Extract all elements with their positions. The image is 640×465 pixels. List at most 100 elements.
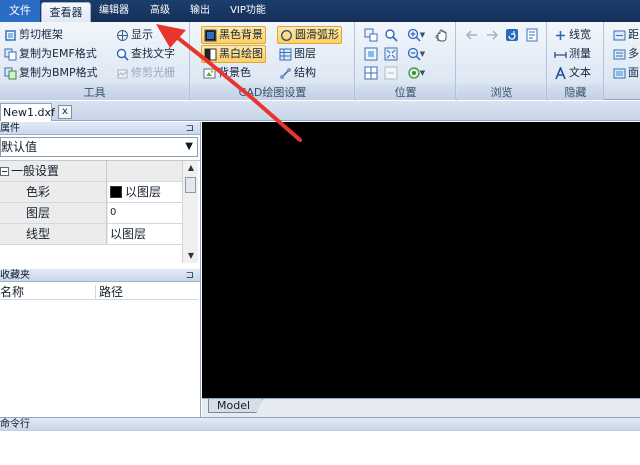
color-swatch bbox=[110, 186, 122, 198]
ribbon-group-tools: 剪切框架 复制为EMF格式 复制为BMP格式 显示 查找文字 修剪光栅 工具 bbox=[0, 22, 190, 100]
chevron-down-icon: ▼ bbox=[185, 141, 193, 152]
zoom-out-icon[interactable]: ▼ bbox=[404, 45, 428, 63]
document-tab[interactable]: New1.dxf bbox=[0, 103, 55, 121]
zoom-grid-icon[interactable] bbox=[362, 64, 380, 82]
scroll-down-icon[interactable]: ▼ bbox=[183, 249, 199, 263]
ribbon-group-extra: 距 多 面 bbox=[605, 22, 640, 100]
background-color-button[interactable]: 背景色 bbox=[201, 64, 253, 82]
property-value[interactable]: 0 bbox=[108, 203, 182, 223]
menu-tab-editor[interactable]: 编辑器 bbox=[92, 0, 136, 22]
favorites-col-path[interactable]: 路径 bbox=[99, 284, 123, 300]
black-background-button[interactable]: 黑色背景 bbox=[201, 26, 266, 44]
document-tab-bar: New1.dxf x bbox=[0, 101, 640, 121]
pin-icon[interactable]: ⊐ bbox=[186, 122, 194, 135]
menu-tab-output[interactable]: 输出 bbox=[182, 0, 218, 22]
page-view-icon[interactable] bbox=[523, 26, 541, 44]
text-a-icon bbox=[554, 66, 567, 80]
copy-bmp-icon bbox=[4, 67, 17, 80]
favorites-panel-header: 收藏夹 ⊐ bbox=[0, 269, 200, 282]
properties-dropdown[interactable]: 默认值 ▼ bbox=[0, 137, 198, 157]
menu-tab-vip[interactable]: VIP功能 bbox=[222, 0, 274, 22]
area-button[interactable]: 面 bbox=[611, 64, 640, 82]
scroll-thumb[interactable] bbox=[185, 177, 196, 193]
properties-panel-header: 属件 ⊐ bbox=[0, 122, 200, 135]
layers-label: 图层 bbox=[294, 47, 316, 60]
model-tab[interactable]: Model bbox=[208, 399, 264, 413]
refresh-icon[interactable] bbox=[503, 26, 521, 44]
zoom-window-icon[interactable] bbox=[362, 26, 380, 44]
scroll-up-icon[interactable]: ▲ bbox=[183, 161, 199, 175]
measure-icon bbox=[554, 48, 567, 61]
trim-raster-icon bbox=[116, 67, 129, 80]
zoom-extents-icon[interactable] bbox=[382, 45, 400, 63]
show-label: 显示 bbox=[131, 28, 153, 41]
menu-tab-viewer[interactable]: 查看器 bbox=[41, 2, 91, 22]
crop-frame-button[interactable]: 剪切框架 bbox=[2, 26, 65, 44]
property-row-layer[interactable]: 图层 0 bbox=[0, 203, 182, 224]
pin-icon[interactable]: ⊐ bbox=[186, 269, 194, 282]
distance-label: 距 bbox=[628, 28, 639, 41]
show-button[interactable]: 显示 bbox=[114, 26, 155, 44]
black-background-label: 黑色背景 bbox=[219, 28, 263, 41]
column-divider[interactable] bbox=[95, 285, 96, 299]
ribbon-group-hide-label: 隐藏 bbox=[548, 85, 603, 100]
ribbon-group-cad-settings: 黑色背景 黑白绘图 背景色 圆滑弧形 图层 结构 CAD绘图设置 bbox=[191, 22, 355, 100]
back-arrow-icon[interactable] bbox=[463, 26, 481, 44]
menu-tab-advanced[interactable]: 高级 bbox=[140, 0, 180, 22]
trim-raster-button[interactable]: 修剪光栅 bbox=[114, 64, 177, 82]
zoom-prev-icon[interactable] bbox=[382, 64, 400, 82]
layers-button[interactable]: 图层 bbox=[277, 45, 318, 63]
property-row-general[interactable]: 一般设置 bbox=[0, 161, 182, 182]
properties-dropdown-value: 默认值 bbox=[1, 140, 38, 154]
fit-page-icon[interactable] bbox=[362, 45, 380, 63]
forward-arrow-icon[interactable] bbox=[483, 26, 501, 44]
line-width-button[interactable]: 线宽 bbox=[552, 26, 593, 44]
copy-bmp-label: 复制为BMP格式 bbox=[19, 66, 98, 79]
smooth-arc-icon bbox=[280, 29, 293, 42]
property-value[interactable]: 以图层 bbox=[108, 182, 182, 202]
zoom-in-icon[interactable]: ▼ bbox=[404, 26, 428, 44]
smooth-arc-label: 圆滑弧形 bbox=[295, 28, 339, 41]
property-value[interactable]: 以图层 bbox=[108, 224, 182, 244]
zoom-region-icon[interactable] bbox=[382, 26, 400, 44]
property-key: 图层 bbox=[0, 203, 107, 223]
ribbon-group-position: ▼ ▼ ▼ 位置 bbox=[356, 22, 456, 100]
background-color-label: 背景色 bbox=[218, 66, 251, 79]
command-line-header: 命令行 bbox=[0, 417, 640, 430]
ribbon-group-tools-label: 工具 bbox=[0, 85, 189, 100]
property-value-text: 以图层 bbox=[125, 185, 162, 199]
measure-label: 测量 bbox=[569, 47, 591, 60]
property-key: 线型 bbox=[0, 224, 107, 244]
layers-icon bbox=[279, 48, 292, 61]
ribbon-group-position-label: 位置 bbox=[356, 85, 455, 100]
distance-button[interactable]: 距 bbox=[611, 26, 640, 44]
ribbon: 剪切框架 复制为EMF格式 复制为BMP格式 显示 查找文字 修剪光栅 工具 黑… bbox=[0, 22, 640, 100]
property-row-linetype[interactable]: 线型 以图层 bbox=[0, 224, 182, 245]
property-row-color[interactable]: 色彩 以图层 bbox=[0, 182, 182, 203]
favorites-col-name[interactable]: 名称 bbox=[0, 284, 24, 300]
drawing-canvas[interactable] bbox=[202, 122, 640, 398]
bw-drawing-label: 黑白绘图 bbox=[219, 47, 263, 60]
menu-tab-file[interactable]: 文件 bbox=[0, 0, 40, 22]
line-width-icon bbox=[554, 29, 567, 42]
background-color-icon bbox=[203, 67, 216, 80]
copy-emf-button[interactable]: 复制为EMF格式 bbox=[2, 45, 99, 63]
rotate-icon[interactable]: ▼ bbox=[404, 64, 428, 82]
copy-bmp-button[interactable]: 复制为BMP格式 bbox=[2, 64, 100, 82]
smooth-arc-button[interactable]: 圆滑弧形 bbox=[277, 26, 342, 44]
structure-button[interactable]: 结构 bbox=[277, 64, 318, 82]
multi-icon bbox=[613, 48, 626, 61]
collapse-icon[interactable] bbox=[0, 166, 9, 176]
find-text-button[interactable]: 查找文字 bbox=[114, 45, 177, 63]
property-scrollbar[interactable]: ▲ ▼ bbox=[182, 161, 198, 263]
property-key-text: 一般设置 bbox=[11, 164, 60, 178]
command-line-input[interactable] bbox=[0, 430, 640, 465]
pan-hand-icon[interactable] bbox=[432, 26, 450, 44]
measure-button[interactable]: 测量 bbox=[552, 45, 593, 63]
favorites-table-header: 名称 路径 bbox=[0, 284, 198, 300]
ribbon-group-hide: 线宽 测量 文本 隐藏 bbox=[548, 22, 604, 100]
close-tab-icon[interactable]: x bbox=[58, 105, 72, 119]
multi-button[interactable]: 多 bbox=[611, 45, 640, 63]
bw-drawing-button[interactable]: 黑白绘图 bbox=[201, 45, 266, 63]
text-button[interactable]: 文本 bbox=[552, 64, 593, 82]
